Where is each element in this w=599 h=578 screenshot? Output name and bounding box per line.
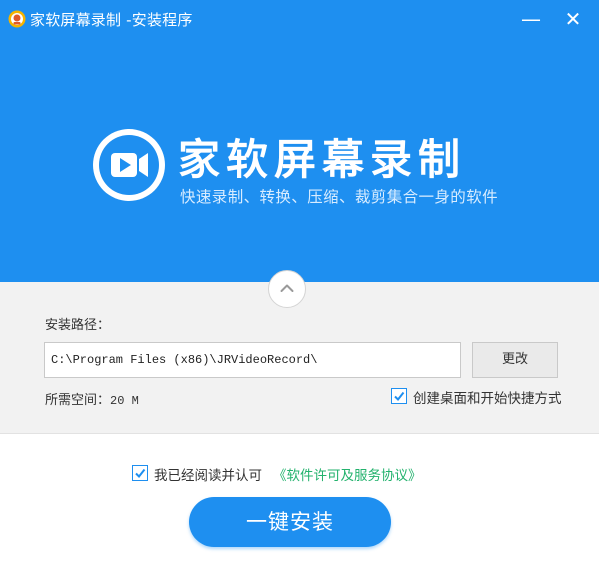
close-button[interactable]: ✕ [558,4,588,34]
video-camera-icon [93,129,165,201]
agree-license-checkbox[interactable] [132,465,148,481]
required-space-label: 所需空间： [45,393,111,408]
checkmark-icon [394,391,405,402]
agree-license-label[interactable]: 我已经阅读并认可 [154,464,262,484]
create-shortcut-checkbox[interactable] [391,388,407,404]
required-space: 所需空间：20 M [45,389,139,408]
license-agreement-link[interactable]: 《软件许可及服务协议》 [273,464,422,484]
installer-window: 家软屏幕录制 -安装程序 — ✕ 家软屏幕录制 快速录制、转换、压缩、裁剪集合一… [0,0,599,578]
one-click-install-button[interactable]: 一键安装 [189,497,391,547]
minimize-button[interactable]: — [516,4,546,34]
app-logo-icon [8,10,26,28]
header-banner: 家软屏幕录制 -安装程序 — ✕ 家软屏幕录制 快速录制、转换、压缩、裁剪集合一… [0,0,599,282]
checkmark-icon [135,468,146,479]
product-slogan: 快速录制、转换、压缩、裁剪集合一身的软件 [180,188,499,206]
collapse-options-button[interactable] [268,270,306,308]
required-space-value: 20 M [110,394,139,408]
window-title: 家软屏幕录制 -安装程序 [30,11,193,29]
chevron-up-icon [280,284,294,292]
title-bar: 家软屏幕录制 -安装程序 — ✕ [0,0,599,38]
change-path-button[interactable]: 更改 [472,342,558,378]
install-path-input[interactable] [44,342,461,378]
create-shortcut-label[interactable]: 创建桌面和开始快捷方式 [413,387,562,407]
install-path-label: 安装路径： [45,318,111,333]
product-name: 家软屏幕录制 [178,135,467,184]
